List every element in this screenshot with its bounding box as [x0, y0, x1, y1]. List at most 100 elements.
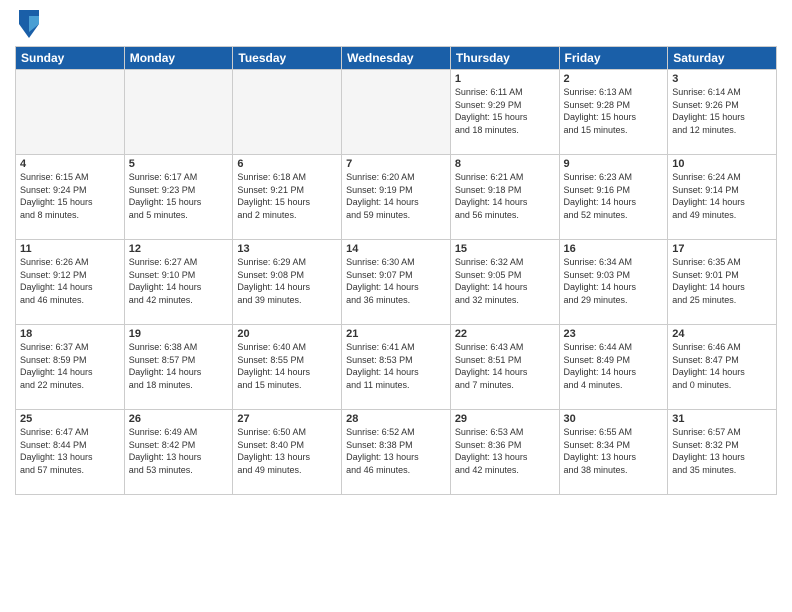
logo — [15, 10, 39, 38]
day-info: Sunrise: 6:46 AM Sunset: 8:47 PM Dayligh… — [672, 341, 772, 391]
day-info: Sunrise: 6:23 AM Sunset: 9:16 PM Dayligh… — [564, 171, 664, 221]
day-header-friday: Friday — [559, 47, 668, 70]
day-number: 16 — [564, 243, 664, 255]
calendar-cell: 20Sunrise: 6:40 AM Sunset: 8:55 PM Dayli… — [233, 325, 342, 410]
page: SundayMondayTuesdayWednesdayThursdayFrid… — [0, 0, 792, 612]
calendar-cell: 2Sunrise: 6:13 AM Sunset: 9:28 PM Daylig… — [559, 70, 668, 155]
day-number: 31 — [672, 413, 772, 425]
day-info: Sunrise: 6:21 AM Sunset: 9:18 PM Dayligh… — [455, 171, 555, 221]
calendar-cell: 28Sunrise: 6:52 AM Sunset: 8:38 PM Dayli… — [342, 410, 451, 495]
day-number: 19 — [129, 328, 229, 340]
day-info: Sunrise: 6:30 AM Sunset: 9:07 PM Dayligh… — [346, 256, 446, 306]
day-info: Sunrise: 6:11 AM Sunset: 9:29 PM Dayligh… — [455, 86, 555, 136]
calendar-cell — [233, 70, 342, 155]
day-info: Sunrise: 6:32 AM Sunset: 9:05 PM Dayligh… — [455, 256, 555, 306]
day-info: Sunrise: 6:14 AM Sunset: 9:26 PM Dayligh… — [672, 86, 772, 136]
day-info: Sunrise: 6:41 AM Sunset: 8:53 PM Dayligh… — [346, 341, 446, 391]
calendar-cell: 6Sunrise: 6:18 AM Sunset: 9:21 PM Daylig… — [233, 155, 342, 240]
day-number: 12 — [129, 243, 229, 255]
day-number: 23 — [564, 328, 664, 340]
day-info: Sunrise: 6:24 AM Sunset: 9:14 PM Dayligh… — [672, 171, 772, 221]
week-row-4: 25Sunrise: 6:47 AM Sunset: 8:44 PM Dayli… — [16, 410, 777, 495]
day-header-sunday: Sunday — [16, 47, 125, 70]
day-number: 17 — [672, 243, 772, 255]
day-number: 6 — [237, 158, 337, 170]
header — [15, 10, 777, 38]
calendar-cell: 8Sunrise: 6:21 AM Sunset: 9:18 PM Daylig… — [450, 155, 559, 240]
calendar-cell: 5Sunrise: 6:17 AM Sunset: 9:23 PM Daylig… — [124, 155, 233, 240]
day-info: Sunrise: 6:29 AM Sunset: 9:08 PM Dayligh… — [237, 256, 337, 306]
day-number: 7 — [346, 158, 446, 170]
day-number: 14 — [346, 243, 446, 255]
day-info: Sunrise: 6:20 AM Sunset: 9:19 PM Dayligh… — [346, 171, 446, 221]
calendar-cell: 16Sunrise: 6:34 AM Sunset: 9:03 PM Dayli… — [559, 240, 668, 325]
day-number: 27 — [237, 413, 337, 425]
day-number: 22 — [455, 328, 555, 340]
calendar-cell: 29Sunrise: 6:53 AM Sunset: 8:36 PM Dayli… — [450, 410, 559, 495]
calendar-cell: 14Sunrise: 6:30 AM Sunset: 9:07 PM Dayli… — [342, 240, 451, 325]
day-number: 9 — [564, 158, 664, 170]
week-row-3: 18Sunrise: 6:37 AM Sunset: 8:59 PM Dayli… — [16, 325, 777, 410]
calendar-table: SundayMondayTuesdayWednesdayThursdayFrid… — [15, 46, 777, 495]
day-number: 20 — [237, 328, 337, 340]
day-number: 2 — [564, 73, 664, 85]
day-number: 24 — [672, 328, 772, 340]
day-number: 1 — [455, 73, 555, 85]
week-row-1: 4Sunrise: 6:15 AM Sunset: 9:24 PM Daylig… — [16, 155, 777, 240]
day-info: Sunrise: 6:49 AM Sunset: 8:42 PM Dayligh… — [129, 426, 229, 476]
calendar-cell: 24Sunrise: 6:46 AM Sunset: 8:47 PM Dayli… — [668, 325, 777, 410]
day-number: 5 — [129, 158, 229, 170]
day-info: Sunrise: 6:27 AM Sunset: 9:10 PM Dayligh… — [129, 256, 229, 306]
day-info: Sunrise: 6:34 AM Sunset: 9:03 PM Dayligh… — [564, 256, 664, 306]
day-info: Sunrise: 6:37 AM Sunset: 8:59 PM Dayligh… — [20, 341, 120, 391]
day-header-monday: Monday — [124, 47, 233, 70]
week-row-0: 1Sunrise: 6:11 AM Sunset: 9:29 PM Daylig… — [16, 70, 777, 155]
day-number: 13 — [237, 243, 337, 255]
day-info: Sunrise: 6:26 AM Sunset: 9:12 PM Dayligh… — [20, 256, 120, 306]
calendar-cell: 27Sunrise: 6:50 AM Sunset: 8:40 PM Dayli… — [233, 410, 342, 495]
day-header-tuesday: Tuesday — [233, 47, 342, 70]
calendar-cell: 21Sunrise: 6:41 AM Sunset: 8:53 PM Dayli… — [342, 325, 451, 410]
day-info: Sunrise: 6:40 AM Sunset: 8:55 PM Dayligh… — [237, 341, 337, 391]
calendar-cell: 31Sunrise: 6:57 AM Sunset: 8:32 PM Dayli… — [668, 410, 777, 495]
calendar-cell: 3Sunrise: 6:14 AM Sunset: 9:26 PM Daylig… — [668, 70, 777, 155]
day-number: 11 — [20, 243, 120, 255]
day-header-wednesday: Wednesday — [342, 47, 451, 70]
calendar-cell: 15Sunrise: 6:32 AM Sunset: 9:05 PM Dayli… — [450, 240, 559, 325]
calendar-cell: 7Sunrise: 6:20 AM Sunset: 9:19 PM Daylig… — [342, 155, 451, 240]
day-info: Sunrise: 6:47 AM Sunset: 8:44 PM Dayligh… — [20, 426, 120, 476]
calendar-cell: 23Sunrise: 6:44 AM Sunset: 8:49 PM Dayli… — [559, 325, 668, 410]
calendar-cell: 11Sunrise: 6:26 AM Sunset: 9:12 PM Dayli… — [16, 240, 125, 325]
day-info: Sunrise: 6:52 AM Sunset: 8:38 PM Dayligh… — [346, 426, 446, 476]
day-info: Sunrise: 6:44 AM Sunset: 8:49 PM Dayligh… — [564, 341, 664, 391]
day-info: Sunrise: 6:53 AM Sunset: 8:36 PM Dayligh… — [455, 426, 555, 476]
calendar-cell: 4Sunrise: 6:15 AM Sunset: 9:24 PM Daylig… — [16, 155, 125, 240]
day-info: Sunrise: 6:55 AM Sunset: 8:34 PM Dayligh… — [564, 426, 664, 476]
calendar-cell: 9Sunrise: 6:23 AM Sunset: 9:16 PM Daylig… — [559, 155, 668, 240]
day-number: 15 — [455, 243, 555, 255]
calendar-cell: 13Sunrise: 6:29 AM Sunset: 9:08 PM Dayli… — [233, 240, 342, 325]
calendar-cell: 10Sunrise: 6:24 AM Sunset: 9:14 PM Dayli… — [668, 155, 777, 240]
calendar-cell: 19Sunrise: 6:38 AM Sunset: 8:57 PM Dayli… — [124, 325, 233, 410]
day-number: 10 — [672, 158, 772, 170]
day-info: Sunrise: 6:35 AM Sunset: 9:01 PM Dayligh… — [672, 256, 772, 306]
day-number: 8 — [455, 158, 555, 170]
day-info: Sunrise: 6:15 AM Sunset: 9:24 PM Dayligh… — [20, 171, 120, 221]
day-number: 3 — [672, 73, 772, 85]
week-row-2: 11Sunrise: 6:26 AM Sunset: 9:12 PM Dayli… — [16, 240, 777, 325]
calendar-cell: 1Sunrise: 6:11 AM Sunset: 9:29 PM Daylig… — [450, 70, 559, 155]
day-number: 28 — [346, 413, 446, 425]
day-number: 29 — [455, 413, 555, 425]
calendar-cell: 22Sunrise: 6:43 AM Sunset: 8:51 PM Dayli… — [450, 325, 559, 410]
day-info: Sunrise: 6:13 AM Sunset: 9:28 PM Dayligh… — [564, 86, 664, 136]
day-number: 25 — [20, 413, 120, 425]
calendar-cell: 17Sunrise: 6:35 AM Sunset: 9:01 PM Dayli… — [668, 240, 777, 325]
logo-icon — [19, 10, 39, 38]
calendar-cell — [124, 70, 233, 155]
day-number: 26 — [129, 413, 229, 425]
day-number: 18 — [20, 328, 120, 340]
day-info: Sunrise: 6:38 AM Sunset: 8:57 PM Dayligh… — [129, 341, 229, 391]
day-header-saturday: Saturday — [668, 47, 777, 70]
day-number: 4 — [20, 158, 120, 170]
day-info: Sunrise: 6:57 AM Sunset: 8:32 PM Dayligh… — [672, 426, 772, 476]
